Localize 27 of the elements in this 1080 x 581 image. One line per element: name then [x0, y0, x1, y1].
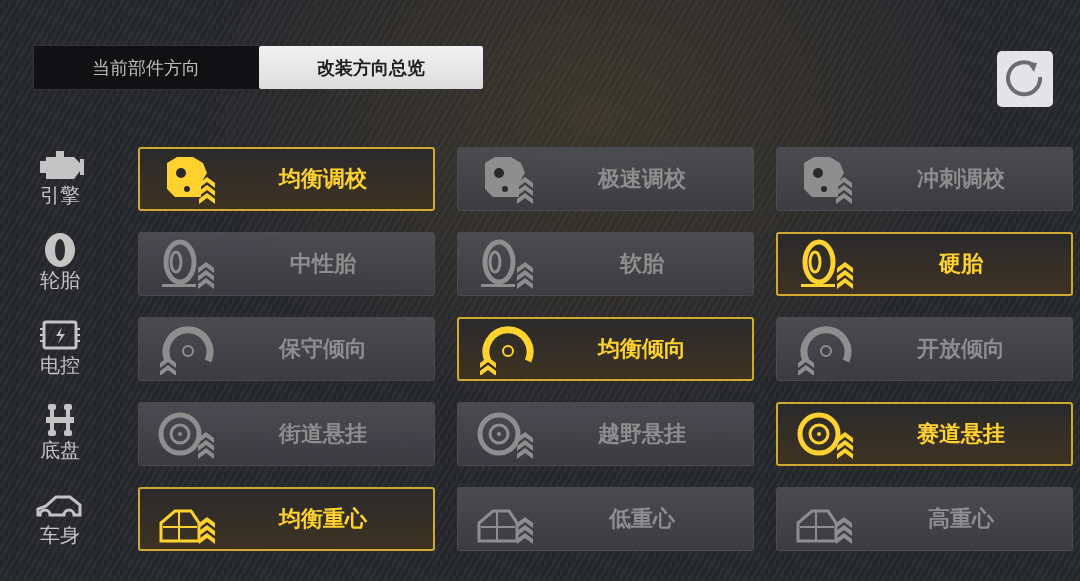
gauge-icon: [157, 323, 217, 375]
option-button[interactable]: 赛道悬挂: [776, 402, 1073, 466]
option-button[interactable]: 高重心: [776, 487, 1073, 551]
gauge-icon: [477, 323, 537, 375]
option-button[interactable]: 中性胎: [138, 232, 435, 296]
option-button[interactable]: 街道悬挂: [138, 402, 435, 466]
refresh-button[interactable]: [997, 51, 1053, 107]
category-label: 底盘: [40, 438, 80, 462]
tab[interactable]: 当前部件方向: [34, 46, 259, 89]
option-button[interactable]: 冲刺调校: [776, 147, 1073, 211]
refresh-icon: [1005, 59, 1045, 99]
option-button[interactable]: 开放倾向: [776, 317, 1073, 381]
category-label: 电控: [40, 353, 80, 377]
option-button[interactable]: 越野悬挂: [457, 402, 754, 466]
option-button[interactable]: 硬胎: [776, 232, 1073, 296]
gauge-icon: [795, 323, 855, 375]
category-label: 引擎: [40, 183, 80, 207]
option-button[interactable]: 均衡重心: [138, 487, 435, 551]
category-label: 车身: [40, 523, 80, 547]
option-button[interactable]: 极速调校: [457, 147, 754, 211]
category-label: 轮胎: [40, 268, 80, 292]
tab[interactable]: 改装方向总览: [258, 46, 483, 89]
option-button[interactable]: 低重心: [457, 487, 754, 551]
option-button[interactable]: 均衡调校: [138, 147, 435, 211]
option-button[interactable]: 均衡倾向: [457, 317, 754, 381]
option-button[interactable]: 软胎: [457, 232, 754, 296]
option-button[interactable]: 保守倾向: [138, 317, 435, 381]
